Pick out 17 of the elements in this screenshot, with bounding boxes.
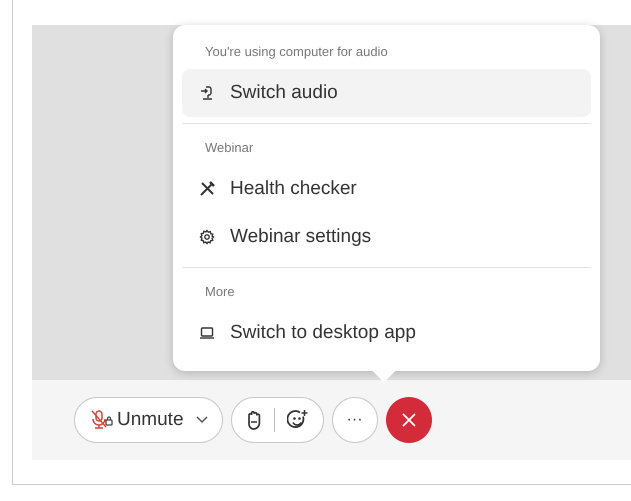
smiley-plus-icon bbox=[286, 409, 309, 431]
audio-source-icon bbox=[200, 85, 214, 101]
tools-icon bbox=[199, 181, 215, 197]
close-icon bbox=[400, 412, 417, 428]
gear-icon bbox=[199, 229, 215, 245]
menu-item[interactable]: Switch audio bbox=[182, 69, 591, 117]
unmute-button[interactable]: Unmute bbox=[74, 397, 223, 443]
more-options-button[interactable]: ··· bbox=[332, 397, 378, 443]
menu-item[interactable]: Health checker bbox=[182, 165, 591, 213]
chevron-down-icon bbox=[196, 416, 208, 424]
menu-section-header: Webinar bbox=[204, 139, 254, 157]
menu-item[interactable]: Webinar settings bbox=[182, 213, 591, 261]
menu-section-header: More bbox=[204, 283, 236, 301]
menu-section-header: You're using computer for audio bbox=[204, 43, 389, 61]
leave-button[interactable] bbox=[386, 397, 432, 443]
laptop-icon bbox=[199, 326, 215, 340]
menu-item[interactable]: Switch to desktop app bbox=[182, 309, 591, 357]
